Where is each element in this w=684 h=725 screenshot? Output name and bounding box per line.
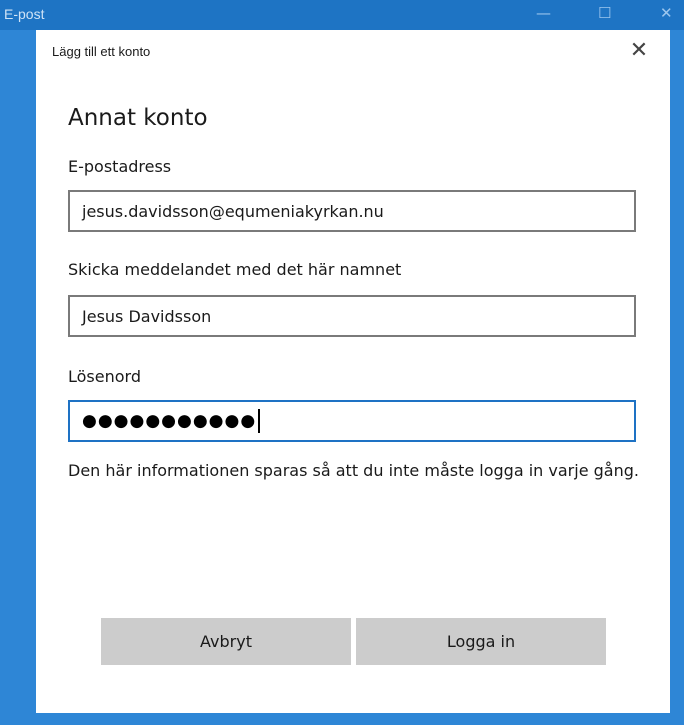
close-icon[interactable]: ✕ (626, 38, 652, 64)
name-label: Skicka meddelandet med det här namnet (68, 260, 402, 279)
password-field[interactable]: ●●●●●●●●●●● (68, 400, 636, 442)
name-value: Jesus Davidsson (82, 306, 212, 326)
add-account-dialog: Lägg till ett konto ✕ Annat konto E-post… (36, 30, 670, 713)
email-value: jesus.davidsson@equmeniakyrkan.nu (82, 201, 384, 221)
cancel-button[interactable]: Avbryt (101, 618, 351, 665)
minimize-icon[interactable]: — (536, 4, 551, 22)
text-caret (258, 409, 260, 433)
page-title: Annat konto (68, 105, 208, 131)
password-label: Lösenord (68, 367, 141, 386)
info-text: Den här informationen sparas så att du i… (68, 461, 639, 480)
email-field[interactable]: jesus.davidsson@equmeniakyrkan.nu (68, 190, 636, 232)
background-window-title: E-post (4, 6, 45, 22)
maximize-icon[interactable]: ☐ (598, 4, 611, 22)
password-value: ●●●●●●●●●●● (82, 411, 257, 431)
background-titlebar: E-post — ☐ ✕ (0, 0, 684, 30)
window-close-icon[interactable]: ✕ (660, 4, 673, 22)
email-label: E-postadress (68, 157, 172, 176)
name-field[interactable]: Jesus Davidsson (68, 295, 636, 337)
dialog-title: Lägg till ett konto (52, 44, 151, 59)
login-button[interactable]: Logga in (356, 618, 606, 665)
